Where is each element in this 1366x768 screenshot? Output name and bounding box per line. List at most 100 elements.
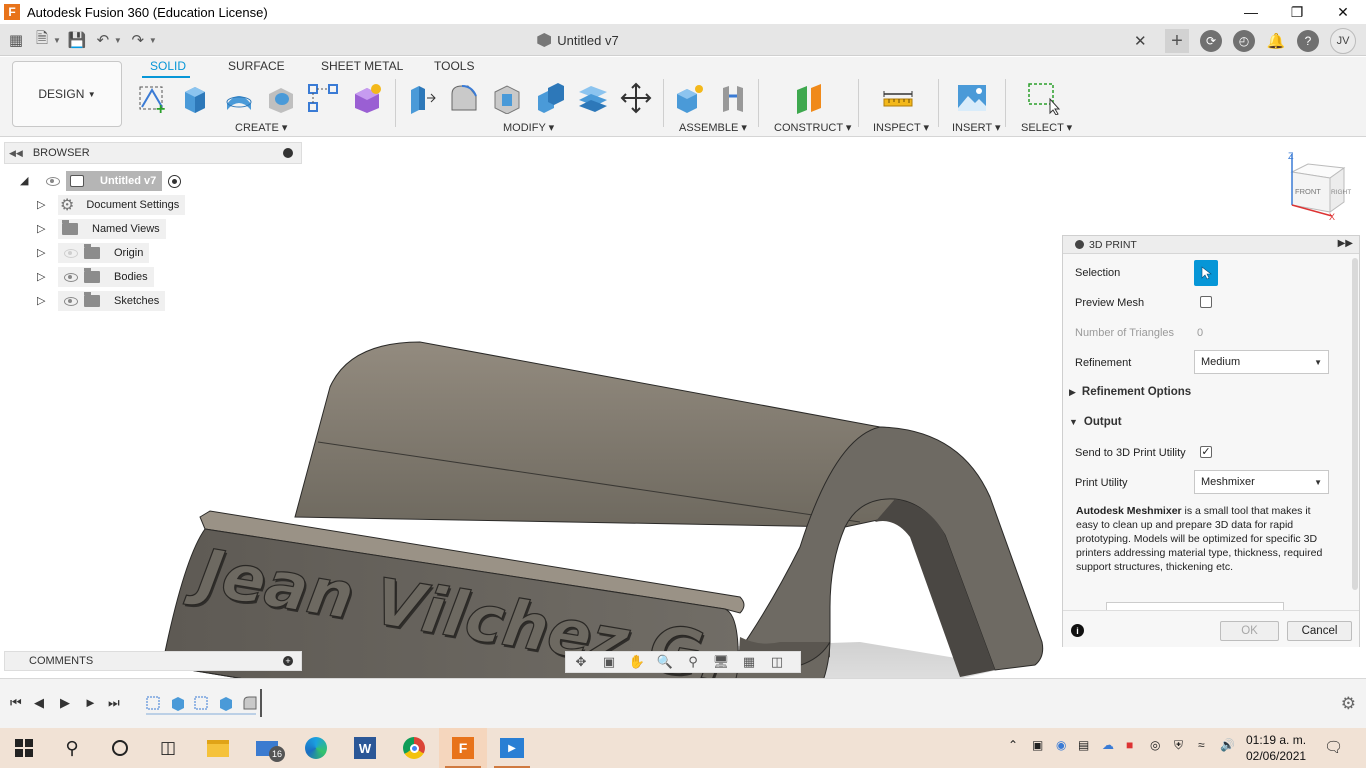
tray-device-icon[interactable]: ▤: [1078, 738, 1089, 752]
expand-named-views-icon[interactable]: ▷: [37, 222, 45, 235]
help-icon[interactable]: ?: [1297, 30, 1319, 52]
minimize-browser-icon[interactable]: [283, 148, 293, 158]
collapse-root-icon[interactable]: ◢: [20, 174, 28, 187]
display-settings-icon[interactable]: 🖥: [710, 653, 732, 671]
workspace-switcher[interactable]: DESIGN ▼: [12, 61, 122, 127]
tray-app-icon[interactable]: ▣: [1032, 738, 1043, 752]
ok-button[interactable]: OK: [1220, 621, 1279, 641]
window-select-icon[interactable]: [1026, 81, 1060, 115]
revolve-icon[interactable]: [222, 81, 256, 115]
document-tab-label[interactable]: Untitled v7: [537, 33, 619, 48]
file-caret-icon[interactable]: ▼: [53, 36, 61, 45]
insert-image-icon[interactable]: [955, 81, 989, 115]
word-icon[interactable]: W: [341, 728, 389, 768]
modify-menu[interactable]: MODIFY ▾: [503, 121, 554, 134]
new-tab-button[interactable]: +: [1165, 29, 1189, 53]
minimize-button[interactable]: —: [1228, 0, 1274, 24]
redo-icon[interactable]: ↷: [128, 30, 148, 50]
visibility-eye-icon[interactable]: [64, 272, 78, 282]
3d-print-header[interactable]: 3D PRINT ▶▶: [1063, 236, 1359, 254]
search-icon[interactable]: ⚲: [48, 728, 96, 768]
start-button[interactable]: [0, 728, 48, 768]
look-at-icon[interactable]: ▣: [598, 653, 620, 671]
assemble-menu[interactable]: ASSEMBLE ▾: [679, 121, 747, 134]
dialog-scrollbar[interactable]: [1352, 258, 1358, 590]
browser-item-origin[interactable]: Origin: [58, 243, 150, 263]
redo-caret-icon[interactable]: ▼: [149, 36, 157, 45]
timeline-extrude-feature-icon[interactable]: [218, 695, 234, 711]
offset-plane-icon[interactable]: [792, 81, 826, 115]
hole-icon[interactable]: [264, 81, 298, 115]
info-icon[interactable]: i: [1071, 624, 1084, 637]
browser-item-sketches[interactable]: Sketches: [58, 291, 166, 311]
insert-menu[interactable]: INSERT ▾: [952, 121, 1001, 134]
notifications-center-icon[interactable]: 🗨: [1324, 738, 1343, 756]
viewcube-right-label[interactable]: RIGHT: [1331, 189, 1351, 196]
pan-hand-icon[interactable]: ✋: [626, 653, 648, 671]
cancel-button[interactable]: Cancel: [1287, 621, 1352, 641]
save-icon[interactable]: 💾: [67, 30, 87, 50]
extensions-icon[interactable]: ⟳: [1200, 30, 1222, 52]
timeline-extrude-feature-icon[interactable]: [170, 695, 186, 711]
expand-bodies-icon[interactable]: ▷: [37, 270, 45, 283]
step-back-icon[interactable]: ◀: [34, 695, 44, 711]
select-menu[interactable]: SELECT ▾: [1021, 121, 1072, 134]
collapse-dialog-icon[interactable]: [1075, 240, 1084, 249]
refinement-dropdown[interactable]: Medium ▼: [1194, 350, 1329, 374]
browser-root-node[interactable]: Untitled v7: [40, 171, 182, 191]
fillet-icon[interactable]: [447, 81, 481, 115]
expand-origin-icon[interactable]: ▷: [37, 246, 45, 259]
job-status-icon[interactable]: ◴: [1233, 30, 1255, 52]
undo-icon[interactable]: ↶: [93, 30, 113, 50]
visibility-eye-icon[interactable]: [64, 296, 78, 306]
system-clock[interactable]: 01:19 a. m. 02/06/2021: [1246, 732, 1306, 764]
mail-icon[interactable]: 16: [243, 728, 291, 768]
fusion-360-taskbar-icon[interactable]: F: [439, 728, 487, 768]
cortana-icon[interactable]: [96, 728, 144, 768]
zoom-icon[interactable]: 🔍: [654, 653, 676, 671]
edge-browser-icon[interactable]: [292, 728, 340, 768]
create-form-icon[interactable]: [350, 81, 384, 115]
tab-solid[interactable]: SOLID: [150, 59, 186, 73]
construct-menu[interactable]: CONSTRUCT ▾: [774, 121, 851, 134]
fit-zoom-icon[interactable]: ⚲: [682, 653, 704, 671]
view-cube[interactable]: Z X FRONT RIGHT: [1284, 150, 1354, 222]
timeline-settings-gear-icon[interactable]: ⚙: [1341, 694, 1356, 714]
browser-item-document-settings[interactable]: ⚙ Document Settings: [58, 195, 186, 215]
expand-document-settings-icon[interactable]: ▷: [37, 198, 45, 211]
file-explorer-icon[interactable]: [194, 728, 242, 768]
task-view-icon[interactable]: ◫: [144, 728, 192, 768]
volume-icon[interactable]: 🔊: [1220, 738, 1235, 752]
inspect-menu[interactable]: INSPECT ▾: [873, 121, 929, 134]
timeline-sketch-feature-icon[interactable]: [146, 695, 162, 711]
onedrive-tray-icon[interactable]: ☁: [1102, 738, 1114, 752]
orbit-icon[interactable]: ✥: [570, 653, 592, 671]
create-sketch-icon[interactable]: +: [136, 81, 170, 115]
security-shield-icon[interactable]: ⛨: [1174, 738, 1183, 753]
go-to-end-icon[interactable]: ⏭: [108, 695, 120, 711]
tray-network-drive-icon[interactable]: ◎: [1150, 738, 1160, 752]
expand-dialog-icon[interactable]: ▶▶: [1338, 238, 1353, 249]
notifications-bell-icon[interactable]: 🔔: [1266, 31, 1286, 51]
create-menu[interactable]: CREATE ▾: [235, 121, 287, 134]
chrome-icon[interactable]: [390, 728, 438, 768]
print-utility-dropdown[interactable]: Meshmixer ▼: [1194, 470, 1329, 494]
new-component-icon[interactable]: [672, 81, 706, 115]
file-menu-icon[interactable]: 🗎: [32, 30, 52, 50]
collapse-browser-icon[interactable]: ◀◀: [9, 148, 23, 159]
hidden-eye-icon[interactable]: [64, 248, 78, 258]
step-forward-icon[interactable]: ►: [84, 695, 97, 710]
tray-overflow-chevron-icon[interactable]: ⌃: [1008, 738, 1018, 752]
wifi-icon[interactable]: ≈: [1198, 738, 1205, 752]
close-window-button[interactable]: ✕: [1320, 0, 1366, 24]
output-section[interactable]: ▼ Output: [1069, 416, 1122, 428]
preview-mesh-checkbox[interactable]: [1200, 296, 1212, 308]
add-comment-icon[interactable]: +: [283, 656, 293, 666]
user-avatar[interactable]: JV: [1330, 28, 1356, 54]
play-icon[interactable]: ▶: [60, 695, 70, 711]
send-to-utility-checkbox[interactable]: ✓: [1200, 446, 1212, 458]
combine-icon[interactable]: [533, 81, 567, 115]
go-to-start-icon[interactable]: ⏮: [10, 695, 22, 711]
grid-settings-icon[interactable]: ▦: [738, 653, 760, 671]
timeline-marker[interactable]: [260, 689, 262, 717]
